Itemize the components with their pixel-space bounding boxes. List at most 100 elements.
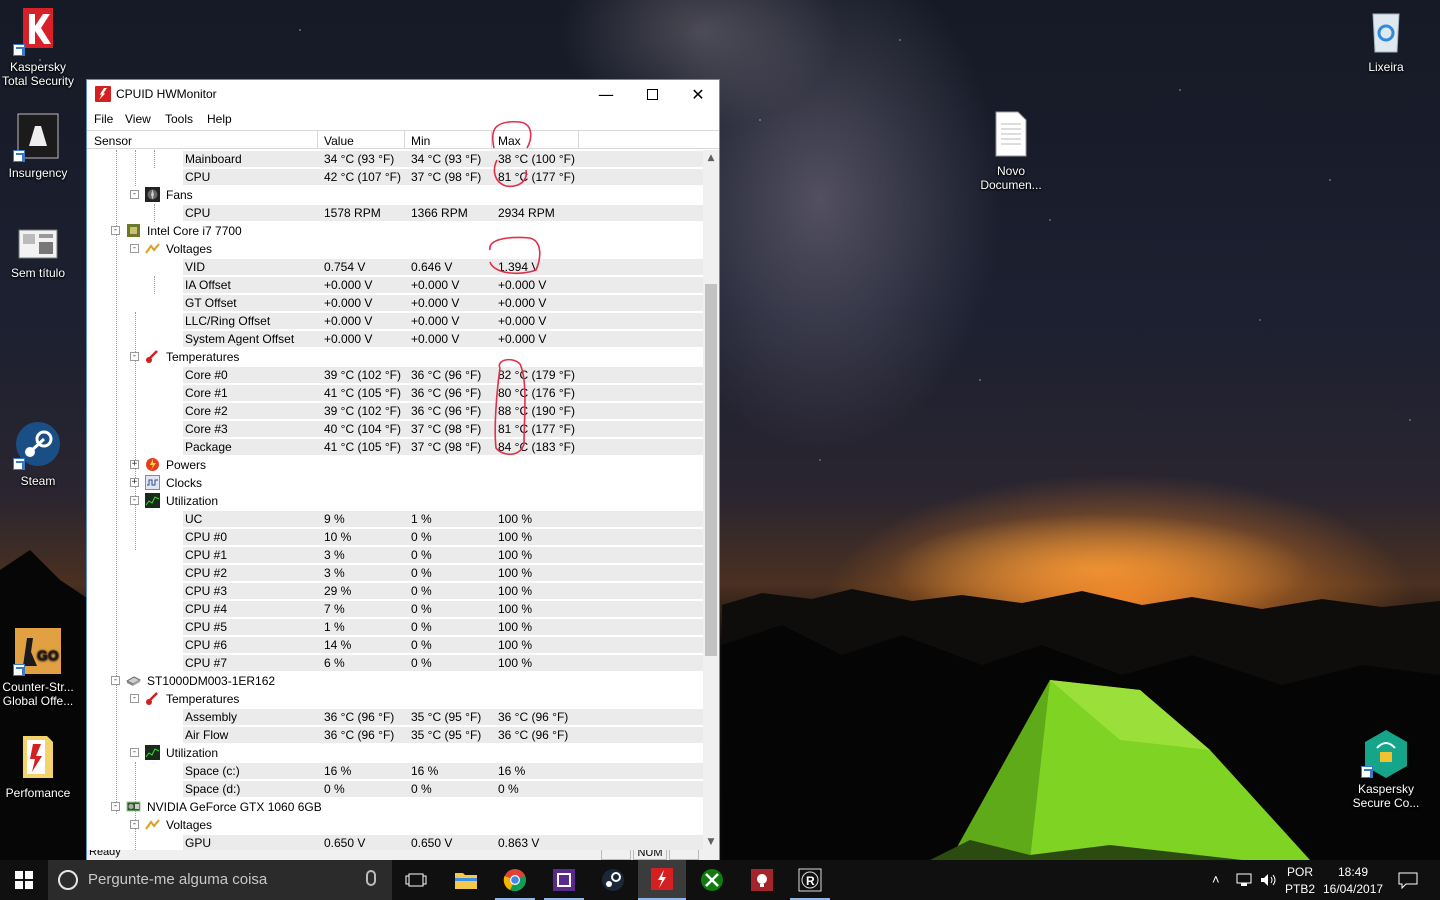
collapse-toggle[interactable]: -	[130, 496, 139, 505]
sensor-row[interactable]: Core #2 39 °C (102 °F) 36 °C (96 °F) 88 …	[87, 402, 703, 420]
input-language-top[interactable]: POR	[1287, 865, 1313, 879]
desktop-icon-lixeira[interactable]: Lixeira	[1348, 6, 1424, 74]
input-language-bottom[interactable]: PTB2	[1285, 882, 1315, 896]
sensor-row[interactable]: Air Flow 36 °C (96 °F) 35 °C (95 °F) 36 …	[87, 726, 703, 744]
tree-group-temperatures[interactable]: - Temperatures	[87, 690, 703, 708]
sensor-row[interactable]: CPU 42 °C (107 °F) 37 °C (98 °F) 81 °C (…	[87, 168, 703, 186]
collapse-toggle[interactable]: -	[130, 244, 139, 253]
tree-group-voltages[interactable]: - Voltages	[87, 240, 703, 258]
tree-group-temperatures[interactable]: - Temperatures	[87, 348, 703, 366]
taskbar-chrome[interactable]	[491, 860, 539, 900]
sensor-row[interactable]: LLC/Ring Offset +0.000 V +0.000 V +0.000…	[87, 312, 703, 330]
desktop-icon-sem-titulo[interactable]: Sem título	[0, 226, 76, 280]
taskbar-r-app[interactable]: R	[786, 860, 834, 900]
collapse-toggle[interactable]: -	[130, 352, 139, 361]
sensor-tree[interactable]: Mainboard 34 °C (93 °F) 34 °C (93 °F) 38…	[87, 150, 703, 850]
sensor-max: 100 %	[498, 512, 533, 526]
sensor-row[interactable]: CPU #7 6 % 0 % 100 %	[87, 654, 703, 672]
sensor-row[interactable]: CPU #3 29 % 0 % 100 %	[87, 582, 703, 600]
sensor-row[interactable]: GT Offset +0.000 V +0.000 V +0.000 V	[87, 294, 703, 312]
desktop-icon-steam[interactable]: Steam	[0, 420, 76, 488]
clock-date[interactable]: 16/04/2017	[1323, 882, 1383, 896]
sensor-row[interactable]: CPU #2 3 % 0 % 100 %	[87, 564, 703, 582]
sensor-row[interactable]: CPU #5 1 % 0 % 100 %	[87, 618, 703, 636]
sensor-row[interactable]: Core #0 39 °C (102 °F) 36 °C (96 °F) 82 …	[87, 366, 703, 384]
sensor-row[interactable]: IA Offset +0.000 V +0.000 V +0.000 V	[87, 276, 703, 294]
volume-icon[interactable]	[1260, 873, 1278, 887]
microphone-icon[interactable]	[366, 870, 376, 886]
cortana-search-box[interactable]: Pergunte-me alguma coisa	[48, 860, 392, 900]
title-bar[interactable]: CPUID HWMonitor — ✕	[87, 80, 719, 108]
collapse-toggle[interactable]: -	[111, 676, 120, 685]
menu-view[interactable]: View	[125, 112, 151, 126]
clock-time[interactable]: 18:49	[1338, 865, 1368, 879]
collapse-toggle[interactable]: -	[130, 748, 139, 757]
close-button[interactable]: ✕	[675, 80, 721, 108]
tree-group-utilization[interactable]: - Utilization	[87, 744, 703, 762]
show-hidden-icons-chevron-icon[interactable]: ˄	[1212, 872, 1220, 887]
column-header-sensor[interactable]: Sensor	[94, 134, 132, 148]
taskbar-steam[interactable]	[589, 860, 637, 900]
desktop-icon-insurgency[interactable]: Insurgency	[0, 112, 76, 180]
tree-group-fans[interactable]: - Fans	[87, 186, 703, 204]
collapse-toggle[interactable]: -	[130, 190, 139, 199]
desktop-icon-kaspersky-secure-connection[interactable]: Kaspersky Secure Co...	[1348, 728, 1424, 810]
column-header-value[interactable]: Value	[324, 134, 354, 148]
column-header-max[interactable]: Max	[498, 134, 521, 148]
start-button[interactable]	[0, 860, 48, 900]
tree-group-voltages[interactable]: - Voltages	[87, 816, 703, 834]
collapse-toggle[interactable]: -	[111, 226, 120, 235]
tree-group-clocks[interactable]: + Clocks	[87, 474, 703, 492]
sensor-row[interactable]: CPU #6 14 % 0 % 100 %	[87, 636, 703, 654]
taskbar-hwmonitor[interactable]	[638, 860, 686, 900]
scroll-down-arrow-icon[interactable]: ▼	[703, 834, 719, 850]
sensor-row[interactable]: GPU 0.650 V 0.650 V 0.863 V	[87, 834, 703, 850]
scroll-up-arrow-icon[interactable]: ▲	[703, 150, 719, 166]
expand-toggle[interactable]: +	[130, 460, 139, 469]
tree-group-utilization[interactable]: - Utilization	[87, 492, 703, 510]
sensor-row[interactable]: Core #3 40 °C (104 °F) 37 °C (98 °F) 81 …	[87, 420, 703, 438]
taskbar-bulb-app[interactable]	[738, 860, 786, 900]
sensor-row[interactable]: Core #1 41 °C (105 °F) 36 °C (96 °F) 80 …	[87, 384, 703, 402]
sensor-row[interactable]: VID 0.754 V 0.646 V 1.394 V	[87, 258, 703, 276]
taskbar-xbox[interactable]	[688, 860, 736, 900]
sensor-row[interactable]: Assembly 36 °C (96 °F) 35 °C (95 °F) 36 …	[87, 708, 703, 726]
desktop-icon-novo-documento[interactable]: Novo Documen...	[973, 110, 1049, 192]
taskbar-file-explorer[interactable]	[442, 860, 490, 900]
sensor-row[interactable]: Package 41 °C (105 °F) 37 °C (98 °F) 84 …	[87, 438, 703, 456]
menu-help[interactable]: Help	[207, 112, 232, 126]
sensor-row[interactable]: CPU #0 10 % 0 % 100 %	[87, 528, 703, 546]
menu-tools[interactable]: Tools	[165, 112, 193, 126]
tree-device-gpu[interactable]: - NVIDIA GeForce GTX 1060 6GB	[87, 798, 703, 816]
scrollbar-thumb[interactable]	[705, 284, 717, 656]
collapse-toggle[interactable]: -	[130, 820, 139, 829]
sensor-row[interactable]: Space (d:) 0 % 0 % 0 %	[87, 780, 703, 798]
task-view-button[interactable]	[392, 860, 440, 900]
minimize-button[interactable]: —	[583, 80, 629, 108]
hwmonitor-window[interactable]: CPUID HWMonitor — ✕ File View Tools Help…	[86, 79, 720, 860]
collapse-toggle[interactable]: -	[111, 802, 120, 811]
desktop-icon-csgo[interactable]: GO Counter-Str... Global Offe...	[0, 626, 76, 708]
sensor-row[interactable]: UC 9 % 1 % 100 %	[87, 510, 703, 528]
tree-device-hdd[interactable]: - ST1000DM003-1ER162	[87, 672, 703, 690]
sensor-row[interactable]: CPU #1 3 % 0 % 100 %	[87, 546, 703, 564]
expand-toggle[interactable]: +	[130, 478, 139, 487]
maximize-button[interactable]	[629, 80, 675, 108]
tree-device-cpu[interactable]: - Intel Core i7 7700	[87, 222, 703, 240]
taskbar-cpu-app[interactable]	[540, 860, 588, 900]
vertical-scrollbar[interactable]: ▲ ▼	[703, 150, 719, 850]
sensor-row[interactable]: System Agent Offset +0.000 V +0.000 V +0…	[87, 330, 703, 348]
sensor-row[interactable]: Mainboard 34 °C (93 °F) 34 °C (93 °F) 38…	[87, 150, 703, 168]
sensor-row[interactable]: Space (c:) 16 % 16 % 16 %	[87, 762, 703, 780]
sensor-row[interactable]: CPU 1578 RPM 1366 RPM 2934 RPM	[87, 204, 703, 222]
network-icon[interactable]	[1236, 873, 1254, 887]
sensor-row[interactable]: CPU #4 7 % 0 % 100 %	[87, 600, 703, 618]
column-header-min[interactable]: Min	[411, 134, 430, 148]
desktop-icon-perfomance[interactable]: Perfomance	[0, 732, 76, 800]
sensor-max: 100 %	[498, 548, 533, 562]
menu-file[interactable]: File	[94, 112, 113, 126]
collapse-toggle[interactable]: -	[130, 694, 139, 703]
desktop-icon-kaspersky-total-security[interactable]: Kaspersky Total Security	[0, 6, 76, 88]
action-center-icon[interactable]	[1398, 872, 1418, 889]
tree-group-powers[interactable]: + Powers	[87, 456, 703, 474]
